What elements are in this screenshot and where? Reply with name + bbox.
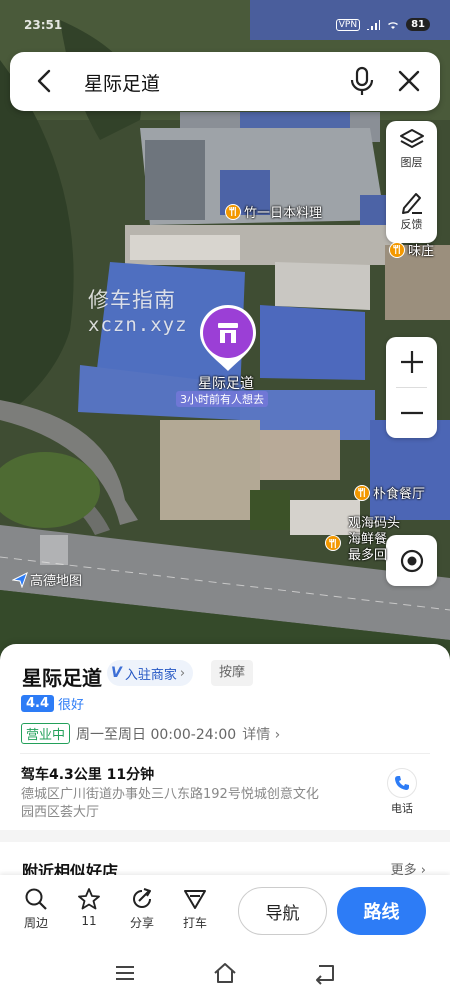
chevron-right-icon: › — [179, 665, 186, 681]
divider — [20, 753, 430, 754]
locate-icon — [400, 549, 423, 572]
menu-icon[interactable] — [113, 961, 137, 985]
drive-info: 驾车4.3公里 11分钟 — [21, 767, 155, 783]
layers-button[interactable]: 图层 — [386, 121, 437, 181]
taxi-label: 打车 — [182, 916, 207, 930]
zoom-control — [386, 337, 437, 438]
system-navigation-bar — [0, 945, 450, 1000]
opening-hours[interactable]: 营业中 周一至周日 00:00-24:00 详情 › — [21, 723, 280, 744]
paper-plane-icon — [12, 571, 28, 588]
poi-marker[interactable]: 竹一日本料理 — [225, 202, 322, 221]
status-time: 23:51 — [24, 18, 63, 32]
favorite-count: 11 — [81, 914, 97, 928]
wifi-icon — [388, 22, 399, 29]
poi-label: 竹一日本料理 — [244, 206, 323, 221]
signal-icon — [367, 20, 381, 30]
microphone-icon[interactable] — [348, 66, 376, 96]
poi-label-group[interactable]: 观海码头 海鲜餐 最多回 — [348, 516, 400, 564]
nearby-button[interactable]: 周边 — [13, 887, 59, 931]
taxi-icon — [184, 890, 206, 909]
battery-indicator: 81 — [406, 18, 430, 31]
poi-label: 朴食餐厅 — [373, 487, 426, 502]
phone-icon — [387, 768, 417, 798]
merchant-badge-label: 入驻商家 — [124, 667, 177, 683]
location-pin-icon[interactable] — [198, 303, 258, 373]
close-icon[interactable] — [396, 68, 422, 94]
fork-knife-icon — [225, 203, 241, 220]
status-icons: VPN 81 — [335, 18, 430, 31]
phone-button[interactable]: 电话 — [383, 768, 421, 816]
taxi-button[interactable]: 打车 — [172, 887, 218, 931]
minus-icon — [400, 411, 423, 415]
poi-label: 观海码头 — [348, 516, 401, 531]
place-name: 星际足道 — [22, 666, 102, 690]
map-view[interactable]: 23:51 VPN 81 星际足道 图层 反馈 竹一日本料理 味庄 朴食餐厅 观… — [0, 0, 450, 660]
rating[interactable]: 4.4 很好 — [21, 694, 84, 713]
pencil-icon — [401, 193, 422, 214]
layers-icon — [399, 129, 424, 148]
back-nav-icon[interactable] — [313, 961, 337, 985]
hours-text: 周一至周日 00:00-24:00 — [76, 726, 237, 743]
watermark-line2: xczn.xyz — [88, 314, 188, 336]
rating-label: 很好 — [58, 698, 85, 713]
section-divider — [0, 830, 450, 842]
watermark: 修车指南 xczn.xyz — [88, 288, 188, 338]
status-badge: 营业中 — [21, 723, 71, 744]
back-arrow-icon[interactable] — [32, 68, 58, 94]
feedback-label: 反馈 — [400, 218, 423, 231]
layers-label: 图层 — [400, 156, 423, 169]
poi-label: 最多回 — [348, 548, 388, 563]
poi-marker[interactable] — [325, 535, 341, 551]
watermark-line1: 修车指南 — [88, 288, 176, 312]
category-tag: 按摩 — [211, 660, 254, 686]
poi-label: 味庄 — [408, 244, 435, 259]
search-bar[interactable]: 星际足道 — [10, 52, 440, 111]
zoom-out-button[interactable] — [386, 388, 437, 438]
poi-marker[interactable]: 朴食餐厅 — [354, 483, 425, 502]
phone-label: 电话 — [391, 802, 413, 815]
star-icon — [78, 888, 100, 910]
favorite-button[interactable]: 11 — [66, 887, 112, 928]
verified-v-icon: V — [111, 665, 122, 681]
merchant-badge[interactable]: V 入驻商家 › — [107, 660, 194, 686]
hours-detail-link[interactable]: 详情 › — [242, 724, 280, 744]
share-icon — [133, 888, 151, 908]
search-query[interactable]: 星际足道 — [84, 69, 160, 96]
plus-icon — [400, 351, 423, 373]
hours-detail-label: 详情 — [242, 726, 271, 743]
nearby-label: 周边 — [23, 916, 48, 930]
share-button[interactable]: 分享 — [119, 887, 165, 931]
fork-knife-icon — [354, 484, 370, 501]
navigate-button[interactable]: 导航 — [238, 887, 327, 935]
selected-place-label: 星际足道 — [198, 376, 254, 392]
fork-knife-icon — [389, 241, 405, 258]
search-icon — [25, 888, 47, 910]
route-button[interactable]: 路线 — [337, 887, 426, 935]
map-provider-logo: 高德地图 — [12, 570, 82, 589]
action-bar: 周边 11 分享 打车 导航 路线 — [0, 875, 450, 945]
map-side-panel: 图层 反馈 — [386, 121, 437, 243]
share-label: 分享 — [129, 916, 154, 930]
feedback-button[interactable]: 反馈 — [386, 183, 437, 243]
rating-score: 4.4 — [21, 695, 55, 712]
map-provider-name: 高德地图 — [30, 574, 83, 589]
status-bar: 23:51 VPN 81 — [0, 0, 450, 52]
poi-marker[interactable]: 味庄 — [389, 240, 434, 259]
fork-knife-icon — [325, 535, 341, 551]
poi-label: 海鲜餐 — [348, 532, 388, 547]
zoom-in-button[interactable] — [386, 337, 437, 387]
selected-place-tag: 3小时前有人想去 — [176, 391, 268, 407]
address: 德城区广川街道办事处三八东路192号悦城创意文化园西区荟大厅 — [21, 787, 319, 820]
home-icon[interactable] — [213, 961, 237, 985]
vpn-indicator: VPN — [335, 18, 361, 31]
